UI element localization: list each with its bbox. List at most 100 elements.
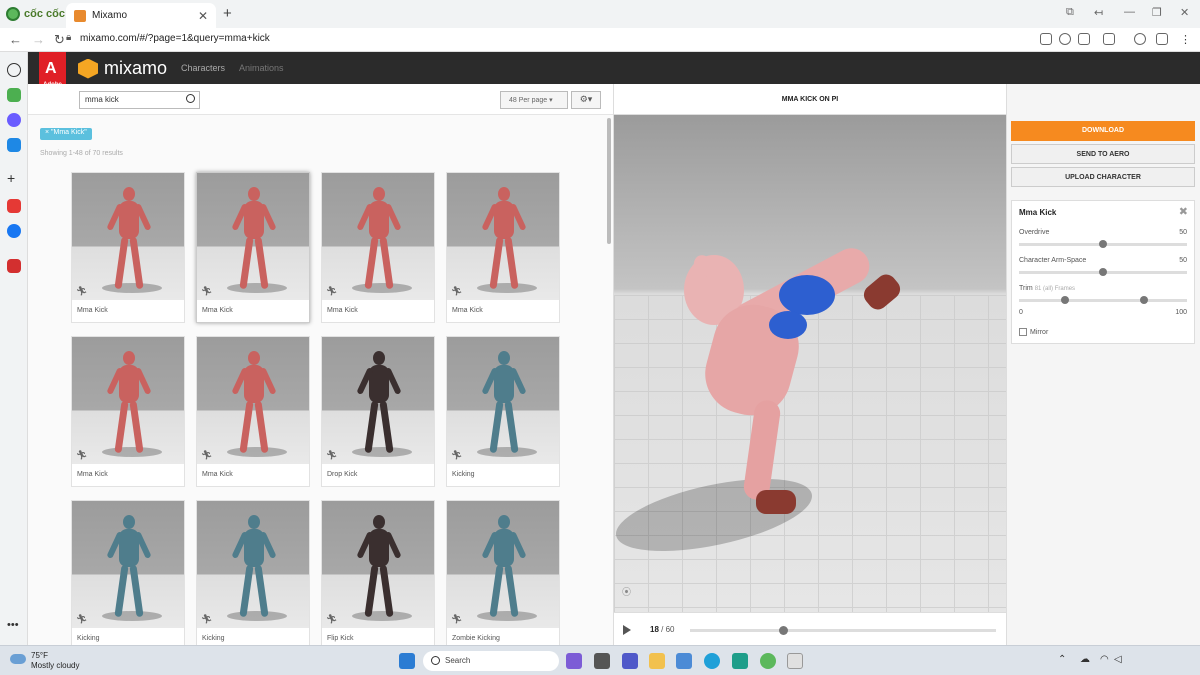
filter-chip[interactable]: × "Mma Kick": [40, 128, 92, 140]
facebook-icon[interactable]: [7, 224, 21, 238]
paint-icon[interactable]: [787, 653, 803, 669]
mirror-checkbox[interactable]: [1019, 328, 1027, 336]
scrollbar-thumb[interactable]: [607, 118, 611, 244]
restore-icon[interactable]: ❐: [1152, 6, 1162, 19]
edge-icon[interactable]: [704, 653, 720, 669]
url-input[interactable]: mixamo.com/#/?page=1&query=mma+kick: [80, 33, 270, 44]
animation-card[interactable]: 🏃︎ Flip Kick: [321, 500, 435, 645]
tray-chevron-icon[interactable]: ⌃: [1058, 654, 1066, 665]
animation-card[interactable]: 🏃︎ Mma Kick: [71, 172, 185, 323]
news-app-icon[interactable]: [7, 259, 21, 273]
bookmark-star-icon[interactable]: [1059, 33, 1071, 45]
overdrive-slider[interactable]: [1019, 240, 1187, 248]
animation-thumbnail[interactable]: 🏃︎: [322, 173, 434, 300]
animation-thumbnail[interactable]: 🏃︎: [447, 501, 559, 628]
animation-thumbnail[interactable]: 🏃︎: [447, 173, 559, 300]
search-icon[interactable]: [186, 94, 195, 103]
volume-icon[interactable]: ◁: [1114, 654, 1122, 665]
animation-card[interactable]: 🏃︎ Zombie Kicking: [446, 500, 560, 645]
animation-card[interactable]: 🏃︎ Mma Kick: [196, 336, 310, 487]
reload-icon[interactable]: ↻: [54, 32, 65, 48]
animation-thumbnail[interactable]: 🏃︎: [197, 337, 309, 464]
taskbar-search[interactable]: Search: [423, 651, 559, 671]
animation-card[interactable]: 🏃︎ Mma Kick: [446, 172, 560, 323]
mirror-option[interactable]: Mirror: [1019, 328, 1048, 336]
history-icon[interactable]: [7, 63, 21, 77]
messenger-icon[interactable]: [7, 113, 21, 127]
results-scrollbar[interactable]: [606, 116, 612, 645]
zalo-icon[interactable]: [7, 138, 21, 152]
download-icon[interactable]: [1156, 33, 1168, 45]
armspace-knob[interactable]: [1099, 268, 1107, 276]
close-window-icon[interactable]: ✕: [1180, 6, 1189, 19]
download-button[interactable]: DOWNLOAD: [1011, 121, 1195, 141]
upload-character-button[interactable]: UPLOAD CHARACTER: [1011, 167, 1195, 187]
copilot-icon[interactable]: [566, 653, 582, 669]
profile-icon[interactable]: [1134, 33, 1146, 45]
close-tab-icon[interactable]: ✕: [198, 9, 208, 23]
back-icon[interactable]: ←: [9, 32, 22, 47]
animation-thumbnail[interactable]: 🏃︎: [447, 337, 559, 464]
more-icon[interactable]: •••: [7, 620, 21, 636]
animation-card[interactable]: 🏃︎ Drop Kick: [321, 336, 435, 487]
animation-thumbnail[interactable]: 🏃︎: [72, 173, 184, 300]
tab-mixamo[interactable]: Mixamo ✕: [66, 3, 216, 28]
wifi-icon[interactable]: ◠: [1100, 654, 1109, 665]
armspace-slider[interactable]: [1019, 268, 1187, 276]
forward-icon[interactable]: →: [32, 32, 45, 47]
search-input[interactable]: mma kick: [79, 91, 200, 109]
sidebar-rail: + •••: [0, 52, 28, 645]
animation-card[interactable]: 🏃︎ Kicking: [196, 500, 310, 645]
per-page-select[interactable]: 48 Per page ▾: [500, 91, 568, 109]
animation-thumbnail[interactable]: 🏃︎: [322, 337, 434, 464]
teams-icon[interactable]: [622, 653, 638, 669]
animation-thumbnail[interactable]: 🏃︎: [197, 173, 309, 300]
task-view-icon[interactable]: [594, 653, 610, 669]
playback-bar: 18 / 60: [614, 612, 1006, 645]
youtube-icon[interactable]: [7, 199, 21, 213]
trim-slider[interactable]: [1019, 296, 1187, 304]
nav-characters[interactable]: Characters: [181, 63, 225, 73]
animation-card[interactable]: 🏃︎ Kicking: [71, 500, 185, 645]
mixamo-logo[interactable]: mixamo: [78, 58, 167, 79]
animation-card-label: Mma Kick: [452, 307, 483, 314]
coccoc-taskbar-icon[interactable]: [760, 653, 776, 669]
shield-icon[interactable]: [1078, 33, 1090, 45]
camera-icon[interactable]: ⦿: [622, 585, 631, 598]
onedrive-icon[interactable]: ☁: [1080, 654, 1090, 665]
maya-icon[interactable]: [732, 653, 748, 669]
file-explorer-icon[interactable]: [649, 653, 665, 669]
close-settings-icon[interactable]: ✖: [1179, 205, 1188, 218]
new-tab-button[interactable]: +: [223, 5, 232, 22]
character-figure: [231, 351, 277, 456]
back-window-icon[interactable]: ↤: [1094, 6, 1103, 19]
trim-start-knob[interactable]: [1061, 296, 1069, 304]
screenshot-icon[interactable]: ⧉: [1066, 6, 1074, 19]
animation-thumbnail[interactable]: 🏃︎: [197, 501, 309, 628]
minimize-icon[interactable]: —: [1124, 6, 1135, 18]
animation-thumbnail[interactable]: 🏃︎: [72, 501, 184, 628]
animation-card[interactable]: 🏃︎ Mma Kick: [71, 336, 185, 487]
animation-thumbnail[interactable]: 🏃︎: [72, 337, 184, 464]
animation-card[interactable]: 🏃︎ Kicking: [446, 336, 560, 487]
store-icon[interactable]: [676, 653, 692, 669]
nav-animations[interactable]: Animations: [239, 63, 284, 73]
animation-card[interactable]: 🏃︎ Mma Kick: [196, 172, 310, 323]
play-icon[interactable]: [623, 625, 631, 635]
menu-icon[interactable]: ⋮: [1180, 33, 1192, 46]
3d-viewport[interactable]: ⦿: [614, 115, 1006, 612]
trim-end-knob[interactable]: [1140, 296, 1148, 304]
animation-card-label: Kicking: [77, 635, 100, 642]
animation-card[interactable]: 🏃︎ Mma Kick: [321, 172, 435, 323]
add-app-icon[interactable]: +: [7, 171, 21, 186]
gear-icon[interactable]: ⚙▾: [571, 91, 601, 109]
timeline-knob[interactable]: [779, 626, 788, 635]
extensions-icon[interactable]: [1103, 33, 1115, 45]
timeline-slider[interactable]: [690, 626, 996, 635]
send-to-aero-button[interactable]: SEND TO AERO: [1011, 144, 1195, 164]
animation-thumbnail[interactable]: 🏃︎: [322, 501, 434, 628]
start-icon[interactable]: [399, 653, 415, 669]
overdrive-knob[interactable]: [1099, 240, 1107, 248]
translate-icon[interactable]: [1040, 33, 1052, 45]
ai-icon[interactable]: [7, 88, 21, 102]
